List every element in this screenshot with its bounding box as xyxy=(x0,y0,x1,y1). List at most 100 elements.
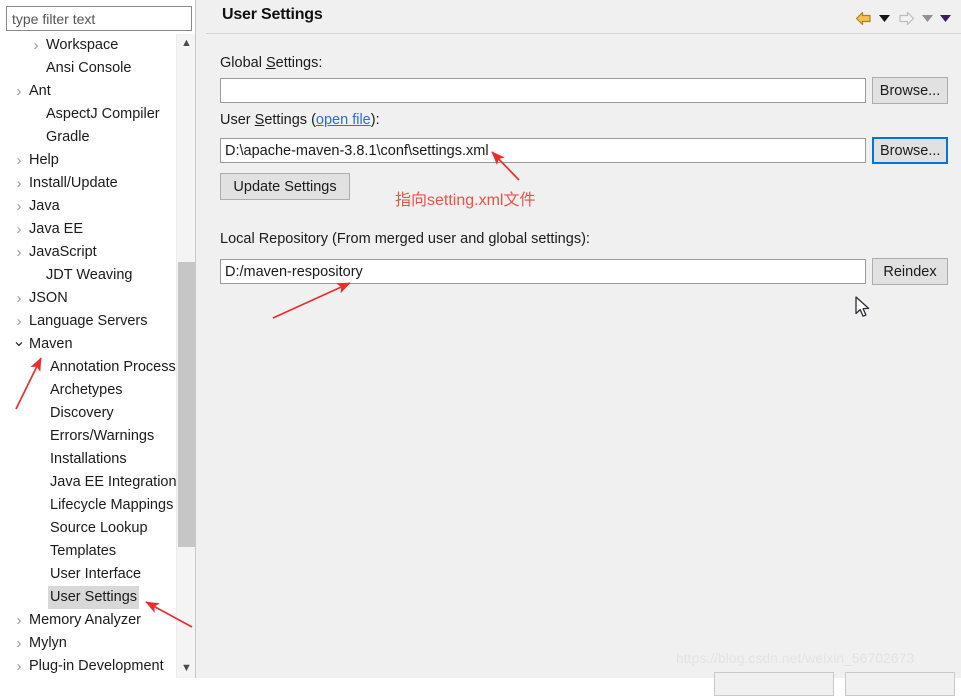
tree-item-label: Archetypes xyxy=(50,382,123,398)
tree-item-javascript[interactable]: › JavaScript xyxy=(0,241,176,264)
tree-item-label: Gradle xyxy=(46,129,90,145)
tree-item-workspace[interactable]: › Workspace xyxy=(0,34,176,57)
user-settings-label-post: ): xyxy=(370,112,380,128)
chevron-right-icon[interactable]: › xyxy=(10,655,28,678)
scroll-down-icon[interactable]: ▼ xyxy=(177,659,196,678)
tree-item-label: Ansi Console xyxy=(46,60,132,76)
tree-item-label: Ant xyxy=(29,83,51,99)
tree-item-label: Install/Update xyxy=(29,175,118,191)
settings-form: Global Settings: Browse... User Settings… xyxy=(206,34,961,678)
chevron-right-icon[interactable]: › xyxy=(10,218,28,241)
tree-item-errors-warnings[interactable]: Errors/Warnings xyxy=(0,425,176,448)
user-settings-label: User Settings (open file): xyxy=(220,112,380,128)
watermark-button-outline-left xyxy=(714,672,834,696)
tree-item-label: Java xyxy=(29,198,60,214)
tree-item-java-ee[interactable]: › Java EE xyxy=(0,218,176,241)
tree-item-label: JDT Weaving xyxy=(46,267,133,283)
tree-item-install-update[interactable]: › Install/Update xyxy=(0,172,176,195)
user-settings-input[interactable] xyxy=(220,138,866,163)
tree-item-annotation-processing[interactable]: Annotation Processing xyxy=(0,356,176,379)
tree-item-archetypes[interactable]: Archetypes xyxy=(0,379,176,402)
tree-item-label: Java EE Integration xyxy=(50,474,176,490)
chevron-right-icon[interactable]: › xyxy=(10,287,28,310)
tree-item-templates[interactable]: Templates xyxy=(0,540,176,563)
tree-item-label: Memory Analyzer xyxy=(29,612,142,628)
forward-history-caret-down-icon xyxy=(920,9,935,27)
global-settings-label-pre: Global xyxy=(220,55,266,71)
tree-item-label: JavaScript xyxy=(29,244,97,260)
tree-item-jdt-weaving[interactable]: JDT Weaving xyxy=(0,264,176,287)
view-menu-caret-down-icon[interactable] xyxy=(938,9,953,27)
scroll-up-icon[interactable]: ▲ xyxy=(177,34,196,53)
tree-item-user-interface[interactable]: User Interface xyxy=(0,563,176,586)
navigation-toolbar xyxy=(852,9,953,27)
user-settings-browse-button[interactable]: Browse... xyxy=(872,137,948,164)
tree-item-ant[interactable]: › Ant xyxy=(0,80,176,103)
global-settings-input[interactable] xyxy=(220,78,866,103)
tree-item-user-settings[interactable]: User Settings xyxy=(0,586,176,609)
tree-scrollbar-thumb[interactable] xyxy=(178,262,195,547)
filter-input[interactable] xyxy=(6,6,192,31)
global-settings-label: Global Settings: xyxy=(220,55,322,71)
back-arrow-icon[interactable] xyxy=(852,9,874,27)
global-settings-browse-button[interactable]: Browse... xyxy=(872,77,948,104)
chevron-down-icon[interactable]: ⌄ xyxy=(10,333,28,356)
tree-item-label: Help xyxy=(29,152,59,168)
tree-item-label: Language Servers xyxy=(29,313,148,329)
annotation-note-text: 指向setting.xml文件 xyxy=(395,192,536,209)
tree-item-aspectj-compiler[interactable]: AspectJ Compiler xyxy=(0,103,176,126)
open-file-link[interactable]: open file xyxy=(316,112,371,128)
global-settings-label-post: ettings: xyxy=(275,55,323,71)
chevron-right-icon[interactable]: › xyxy=(10,149,28,172)
tree-item-label: Installations xyxy=(50,451,127,467)
local-repository-label: Local Repository (From merged user and g… xyxy=(220,231,590,247)
chevron-right-icon[interactable]: › xyxy=(10,609,28,632)
chevron-right-icon[interactable]: › xyxy=(10,195,28,218)
tree-item-language-servers[interactable]: › Language Servers xyxy=(0,310,176,333)
tree-scrollbar[interactable]: ▲ ▼ xyxy=(176,34,196,678)
tree-item-java-ee-integration[interactable]: Java EE Integration xyxy=(0,471,176,494)
tree-item-maven[interactable]: ⌄ Maven xyxy=(0,333,176,356)
tree-item-source-lookup[interactable]: Source Lookup xyxy=(0,517,176,540)
watermark-button-outline-right xyxy=(845,672,955,696)
tree-item-label: JSON xyxy=(29,290,68,306)
back-history-caret-down-icon[interactable] xyxy=(877,9,892,27)
tree-item-discovery[interactable]: Discovery xyxy=(0,402,176,425)
tree-item-gradle[interactable]: Gradle xyxy=(0,126,176,149)
global-settings-mnemonic: S xyxy=(265,55,276,71)
chevron-right-icon[interactable]: › xyxy=(10,172,28,195)
page-header: User Settings xyxy=(196,0,961,34)
chevron-right-icon[interactable]: › xyxy=(10,80,28,103)
tree-item-help[interactable]: › Help xyxy=(0,149,176,172)
tree-item-java[interactable]: › Java xyxy=(0,195,176,218)
page-title: User Settings xyxy=(222,6,323,23)
tree-item-label: Source Lookup xyxy=(50,520,148,536)
reindex-button[interactable]: Reindex xyxy=(872,258,948,285)
update-settings-button[interactable]: Update Settings xyxy=(220,173,350,200)
local-repository-input[interactable] xyxy=(220,259,866,284)
chevron-right-icon[interactable]: › xyxy=(10,310,28,333)
preferences-tree[interactable]: › Workspace Ansi Console › Ant AspectJ Compil… xyxy=(0,34,176,678)
tree-item-mylyn[interactable]: › Mylyn xyxy=(0,632,176,655)
tree-item-label: Workspace xyxy=(46,37,119,53)
chevron-right-icon[interactable]: › xyxy=(27,34,45,57)
tree-item-lifecycle-mappings[interactable]: Lifecycle Mappings xyxy=(0,494,176,517)
tree-item-label: AspectJ Compiler xyxy=(46,106,160,122)
preferences-dialog: ›WorkspaceAnsi Console›AntAspectJ Compil… xyxy=(0,0,961,678)
chevron-right-icon[interactable]: › xyxy=(10,241,28,264)
tree-item-label: User Interface xyxy=(50,566,142,582)
tree-item-json[interactable]: › JSON xyxy=(0,287,176,310)
tree-item-memory-analyzer[interactable]: › Memory Analyzer xyxy=(0,609,176,632)
tree-item-label: Plug-in Development xyxy=(29,658,164,674)
tree-item-label: Templates xyxy=(50,543,117,559)
tree-item-installations[interactable]: Installations xyxy=(0,448,176,471)
tree-item-plug-in-development[interactable]: › Plug-in Development xyxy=(0,655,176,678)
tree-item-label: Errors/Warnings xyxy=(50,428,155,444)
preferences-tree-panel: ›WorkspaceAnsi Console›AntAspectJ Compil… xyxy=(0,0,196,678)
tree-item-label: Java EE xyxy=(29,221,83,237)
tree-item-label: Discovery xyxy=(50,405,114,421)
settings-content-panel: User Settings Global Settings: Browse...… xyxy=(195,0,961,678)
tree-item-ansi-console[interactable]: Ansi Console xyxy=(0,57,176,80)
user-settings-mnemonic: S xyxy=(254,112,265,128)
chevron-right-icon[interactable]: › xyxy=(10,632,28,655)
